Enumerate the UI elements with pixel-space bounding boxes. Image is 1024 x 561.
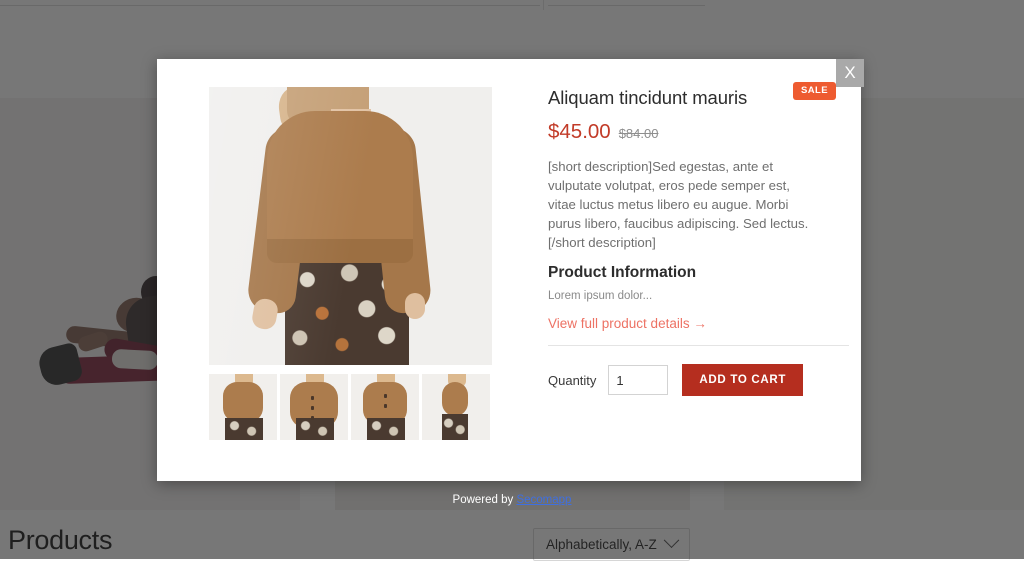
thumbnail-1[interactable]: [209, 374, 277, 440]
thumbnail-2[interactable]: [280, 374, 348, 440]
compare-at-price: $84.00: [619, 126, 659, 141]
thumbnail-3[interactable]: [351, 374, 419, 440]
close-icon[interactable]: X: [836, 59, 864, 87]
product-title: Aliquam tincidunt mauris: [548, 87, 810, 109]
price-row: $45.00 $84.00: [548, 120, 810, 144]
quick-view-modal: SALE Aliquam tincidunt mauris $45.00 $84…: [157, 59, 861, 481]
powered-by-label: Powered by: [453, 494, 517, 506]
thumb-button: [311, 396, 314, 400]
short-description: [short description]Sed egestas, ante et …: [548, 157, 810, 252]
thumb-skirt: [296, 418, 334, 440]
thumb-button: [311, 416, 314, 420]
thumb-skirt: [442, 414, 468, 440]
image-highlight: [209, 87, 492, 365]
purchase-row: Quantity ADD TO CART: [548, 364, 810, 396]
thumbnail-strip: [209, 374, 492, 440]
main-product-image[interactable]: [209, 87, 492, 365]
thumb-skirt: [367, 418, 405, 440]
powered-by-footer: Powered by Secomapp: [0, 494, 1024, 506]
thumb-button: [311, 406, 314, 410]
section-divider: [548, 345, 849, 346]
product-gallery: [209, 87, 492, 440]
thumb-skirt: [225, 418, 263, 440]
thumb-button: [384, 404, 387, 408]
secomapp-link[interactable]: Secomapp: [516, 494, 571, 506]
product-information-body: Lorem ipsum dolor...: [548, 290, 810, 302]
thumb-garment: [442, 382, 468, 416]
quantity-input[interactable]: [608, 365, 668, 395]
product-details: Aliquam tincidunt mauris $45.00 $84.00 […: [548, 87, 810, 396]
quantity-label: Quantity: [548, 373, 596, 388]
thumb-button: [384, 394, 387, 398]
sale-price: $45.00: [548, 120, 611, 144]
add-to-cart-button[interactable]: ADD TO CART: [682, 364, 803, 396]
thumbnail-4[interactable]: [422, 374, 490, 440]
view-full-details-link[interactable]: View full product details →: [548, 316, 707, 331]
product-information-heading: Product Information: [548, 264, 810, 282]
thumb-garment: [223, 382, 263, 422]
